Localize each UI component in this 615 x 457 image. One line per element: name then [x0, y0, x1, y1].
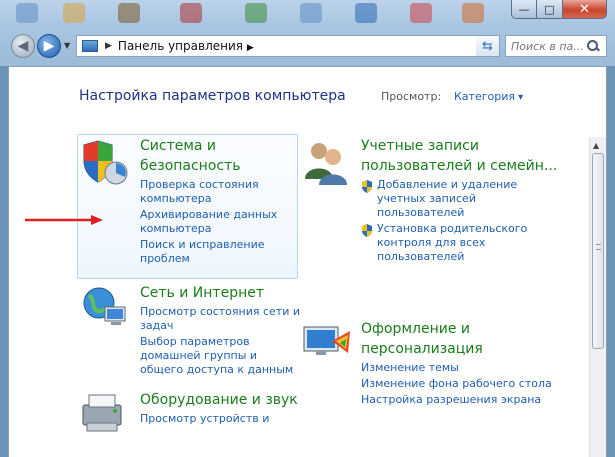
- refresh-button[interactable]: ⇆: [476, 35, 500, 57]
- search-box[interactable]: [505, 35, 607, 57]
- window-controls: — □ ✕: [511, 0, 607, 19]
- uac-shield-icon: [362, 224, 372, 237]
- forward-arrow-icon: ▶: [43, 38, 55, 54]
- control-panel-icon: [82, 40, 98, 52]
- ghost-app-icon: [355, 3, 377, 23]
- forward-button[interactable]: ▶: [37, 34, 61, 58]
- page-title: Настройка параметров компьютера: [79, 88, 346, 104]
- link-change-theme[interactable]: Изменение темы: [361, 361, 561, 375]
- category-system-security: Система и безопасность Проверка состояни…: [140, 136, 296, 266]
- category-network-internet: Сеть и Интернет Просмотр состояния сети …: [140, 283, 300, 377]
- refresh-icon: ⇆: [482, 38, 493, 54]
- recent-pages-dropdown[interactable]: ▼: [64, 41, 70, 50]
- search-icon[interactable]: [586, 39, 600, 53]
- link-view-network-status[interactable]: Просмотр состояния сети и задач: [140, 305, 300, 333]
- user-accounts-icon: [305, 143, 347, 185]
- link-change-desktop-background[interactable]: Изменение фона рабочего стола: [361, 377, 561, 391]
- ghost-app-icon: [63, 3, 85, 23]
- system-security-icon: [83, 140, 128, 185]
- link-adjust-screen-resolution[interactable]: Настройка разрешения экрана: [361, 393, 561, 407]
- category-hardware-sound: Оборудование и звук Просмотр устройств и: [140, 390, 300, 426]
- maximize-button[interactable]: □: [537, 0, 563, 19]
- ghost-app-icon: [16, 3, 38, 23]
- link-check-computer-status[interactable]: Проверка состояния компьютера: [140, 178, 296, 206]
- vertical-scrollbar[interactable]: ▲: [589, 137, 606, 457]
- breadcrumb-control-panel[interactable]: Панель управления ▶: [118, 39, 479, 53]
- category-title-system-security[interactable]: Система и безопасность: [140, 136, 296, 176]
- blurred-taskbar-strip: [0, 0, 490, 26]
- category-appearance: Оформление и персонализация Изменение те…: [361, 319, 561, 407]
- link-find-fix-problems[interactable]: Поиск и исправление проблем: [140, 238, 296, 266]
- category-title-user-accounts[interactable]: Учетные записи пользователей и семейн...: [361, 136, 561, 176]
- ghost-app-icon: [300, 3, 322, 23]
- control-panel-content: Настройка параметров компьютера Просмотр…: [8, 66, 607, 457]
- search-input[interactable]: [506, 37, 586, 55]
- ghost-app-icon: [180, 3, 202, 23]
- ghost-app-icon: [245, 3, 267, 23]
- back-arrow-icon: ◀: [17, 38, 29, 54]
- breadcrumb-separator[interactable]: ▶: [105, 41, 112, 51]
- view-by-dropdown[interactable]: Категория: [454, 90, 523, 103]
- minimize-button[interactable]: —: [511, 0, 537, 19]
- category-title-appearance[interactable]: Оформление и персонализация: [361, 319, 561, 359]
- link-add-remove-accounts[interactable]: Добавление и удаление учетных записей по…: [377, 178, 561, 220]
- ghost-app-icon: [462, 3, 484, 23]
- link-view-devices[interactable]: Просмотр устройств и: [140, 412, 300, 426]
- category-title-network-internet[interactable]: Сеть и Интернет: [140, 283, 300, 303]
- scroll-grip-icon: [596, 244, 601, 250]
- ghost-app-icon: [410, 3, 432, 23]
- view-by-label: Просмотр:: [381, 90, 442, 103]
- red-annotation-arrow: [25, 215, 103, 225]
- scroll-up-arrow-icon[interactable]: ▲: [593, 141, 599, 150]
- address-bar[interactable]: ▶ Панель управления ▶ ▼: [76, 35, 500, 57]
- category-user-accounts: Учетные записи пользователей и семейн...…: [361, 136, 561, 264]
- category-title-hardware-sound[interactable]: Оборудование и звук: [140, 390, 300, 410]
- network-internet-icon: [83, 287, 126, 325]
- link-backup-computer[interactable]: Архивирование данных компьютера: [140, 208, 296, 236]
- uac-shield-icon: [362, 180, 372, 193]
- back-button[interactable]: ◀: [11, 34, 35, 58]
- link-homegroup-sharing[interactable]: Выбор параметров домашней группы и общег…: [140, 335, 300, 377]
- scroll-thumb[interactable]: [592, 153, 604, 349]
- appearance-personalization-icon: [303, 326, 350, 355]
- link-parental-controls[interactable]: Установка родительского контроля для все…: [377, 222, 561, 264]
- ghost-app-icon: [118, 3, 140, 23]
- close-button[interactable]: ✕: [563, 0, 607, 19]
- hardware-sound-icon: [82, 394, 122, 432]
